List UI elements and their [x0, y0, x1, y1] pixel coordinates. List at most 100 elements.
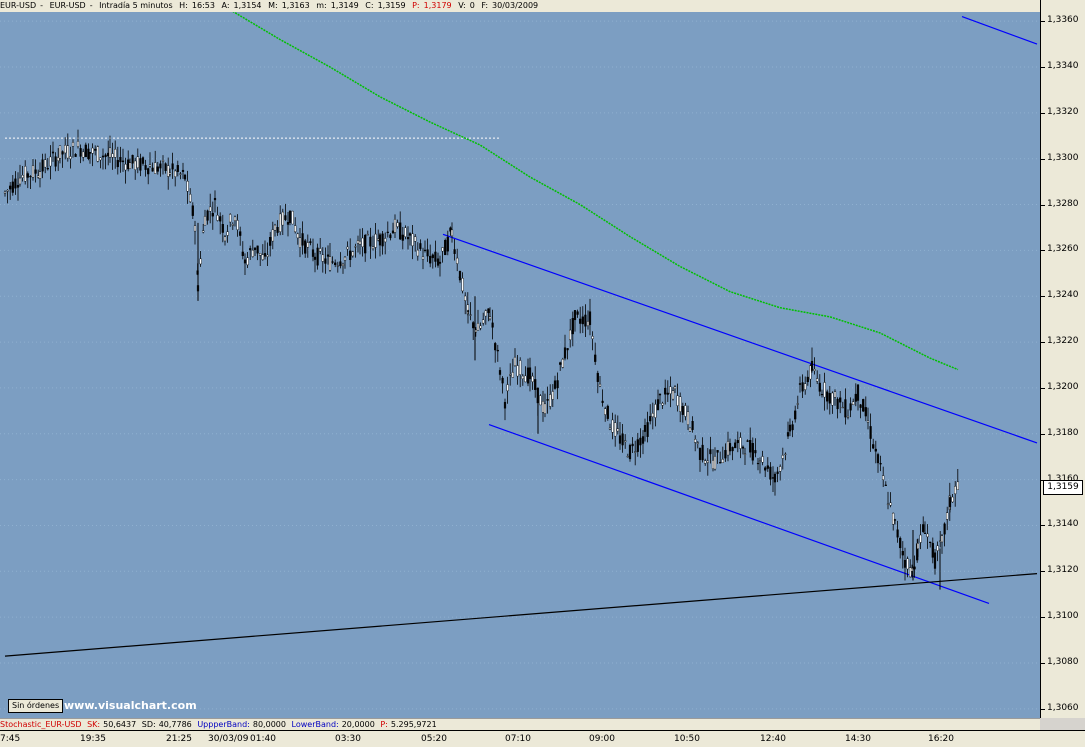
candle-body — [393, 219, 397, 233]
candle-body — [686, 411, 690, 425]
candle-body — [773, 473, 777, 483]
candle-body — [306, 242, 309, 248]
candle-body — [206, 210, 209, 221]
candle-body — [263, 253, 267, 257]
candle-body — [604, 408, 607, 415]
candle-body — [49, 156, 52, 167]
candle-body — [221, 224, 224, 233]
candle-body — [531, 375, 534, 382]
candle-body — [74, 154, 77, 157]
time-axis[interactable]: 7:45 19:35 21:25 30/03/09 01:40 03:30 05:20 07:… — [0, 730, 1085, 747]
time-tick-label: 10:50 — [674, 734, 700, 744]
price-tick-label: 1,3280 — [1047, 198, 1079, 209]
price-axis[interactable]: 1,3060 1,3080 1,3100 1,3120 1,3140 1,3160 1,31… — [1040, 0, 1085, 718]
candle-body — [864, 407, 867, 417]
price-tick-mark — [1041, 617, 1045, 619]
candle-body — [931, 542, 934, 558]
candle-body — [239, 231, 242, 236]
orders-button[interactable]: Sin órdenes — [8, 699, 64, 713]
symbol-label-2: EUR-USD — [49, 1, 86, 10]
candle-body — [698, 447, 702, 460]
candle-body — [18, 177, 22, 185]
candle-body — [174, 170, 177, 177]
candle-body — [766, 465, 769, 469]
candle-body — [16, 184, 20, 188]
candle-body — [128, 162, 132, 169]
candle-body — [216, 214, 219, 221]
candle-body — [639, 437, 642, 446]
price-tick-mark — [1041, 296, 1045, 298]
candle-body — [304, 240, 307, 254]
candle-body — [159, 163, 162, 169]
candle-body — [634, 451, 637, 453]
price-chart[interactable] — [0, 12, 1040, 718]
candle-body — [436, 258, 440, 266]
candle-body — [779, 466, 782, 472]
candle-body — [516, 365, 519, 377]
candle-body — [701, 444, 704, 461]
candle-body — [872, 444, 875, 449]
candle-body — [611, 419, 614, 433]
time-tick-label: 7:45 — [0, 734, 21, 744]
candle-body — [519, 360, 522, 375]
candle-body — [256, 245, 259, 254]
price-tick-mark — [1041, 204, 1045, 206]
lower-value: 20,0000 — [341, 720, 375, 729]
candle-body — [756, 462, 760, 465]
candle-body — [601, 400, 604, 403]
candle-body — [57, 157, 60, 161]
candle-body — [219, 216, 222, 222]
candle-body — [434, 251, 437, 262]
candle-body — [389, 234, 392, 239]
candle-body — [906, 558, 909, 570]
candle-body — [458, 270, 462, 281]
candle-body — [869, 426, 872, 439]
candle-body — [581, 316, 584, 325]
time-tick-label: 14:30 — [845, 734, 871, 744]
candle-body — [450, 229, 454, 237]
candle-body — [794, 410, 797, 420]
candle-body — [288, 210, 292, 223]
candle-body — [469, 314, 472, 316]
candle-body — [798, 383, 802, 385]
candle-body — [426, 249, 429, 257]
candle-body — [654, 404, 657, 418]
candle-body — [253, 247, 257, 250]
h-label: H: — [179, 1, 188, 10]
candle-body — [229, 214, 232, 223]
candle-body — [58, 145, 62, 159]
price-tick-mark — [1041, 708, 1045, 710]
candle-body — [588, 311, 592, 325]
candle-body — [296, 233, 299, 239]
time-tick-label: 01:40 — [250, 734, 276, 744]
a-value: 1,3154 — [233, 1, 262, 10]
candle-body — [643, 424, 647, 432]
candle-body — [751, 443, 754, 461]
price-tick-label: 1,3200 — [1047, 381, 1079, 392]
candle-body — [943, 523, 946, 535]
candle-body — [543, 403, 547, 414]
sd-value: 40,7786 — [158, 720, 192, 729]
ind-p-value: 5.295,9721 — [390, 720, 437, 729]
candle-body — [524, 375, 527, 383]
candle-body — [940, 535, 944, 543]
price-tick-label: 1,3240 — [1047, 290, 1079, 301]
candle-body — [298, 237, 302, 248]
candle-body — [124, 163, 127, 171]
candle-body — [61, 151, 64, 155]
candle-body — [134, 160, 137, 170]
time-tick-label: 05:20 — [421, 734, 447, 744]
candle-body — [246, 257, 249, 266]
price-tick-mark — [1041, 571, 1045, 573]
candle-body — [591, 336, 594, 339]
candle-body — [99, 157, 102, 161]
candle-body — [758, 460, 762, 462]
candle-body — [37, 175, 40, 178]
candle-body — [749, 440, 752, 453]
candle-body — [431, 254, 434, 259]
candle-body — [764, 467, 767, 471]
candle-body — [64, 145, 67, 154]
candle-body — [862, 399, 865, 412]
p-label: P: — [412, 1, 420, 10]
candle-body — [916, 543, 920, 549]
